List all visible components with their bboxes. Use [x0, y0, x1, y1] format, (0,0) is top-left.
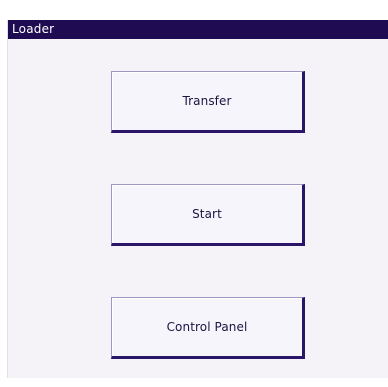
control-panel-button-label: Control Panel — [166, 320, 248, 334]
control-panel-button[interactable]: Control Panel — [111, 297, 305, 359]
transfer-button[interactable]: Transfer — [111, 71, 305, 133]
window-title: Loader — [12, 22, 55, 36]
transfer-button-label: Transfer — [182, 94, 232, 108]
start-button[interactable]: Start — [111, 184, 305, 246]
start-button-label: Start — [192, 207, 222, 221]
loader-window: Loader Transfer Start Control Panel — [7, 20, 388, 378]
title-bar[interactable]: Loader — [8, 20, 388, 39]
